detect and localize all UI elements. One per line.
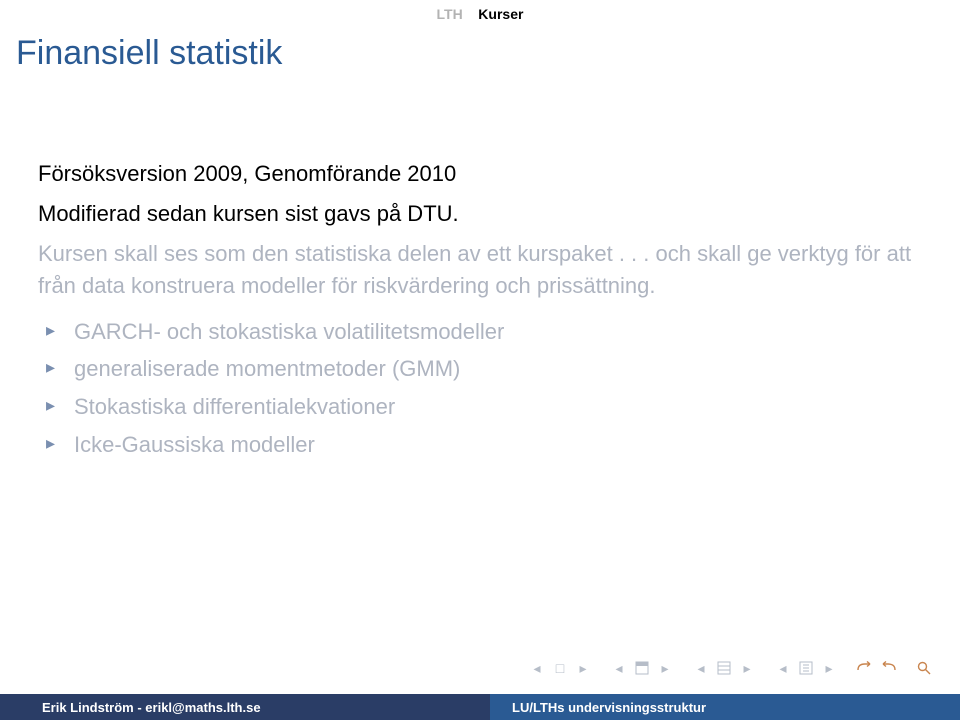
body-paragraph-dim: Kursen skall ses som den statistiska del… (38, 238, 922, 302)
breadcrumb-current: Kurser (478, 6, 523, 22)
next-frame-icon[interactable]: ▸ (655, 660, 675, 676)
body-paragraph: Modifierad sedan kursen sist gavs på DTU… (38, 198, 922, 230)
list-item: generaliserade momentmetoder (GMM) (74, 353, 922, 385)
list-item: Icke-Gaussiska modeller (74, 429, 922, 461)
list-item: Stokastiska differentialekvationer (74, 391, 922, 423)
frame-icon (632, 660, 652, 676)
list-item: GARCH- och stokastiska volatilitetsmodel… (74, 316, 922, 348)
footer-author: Erik Lindström - erikl@maths.lth.se (0, 694, 490, 720)
next-subsection-icon[interactable]: ▸ (737, 660, 757, 676)
go-forward-icon[interactable] (878, 660, 898, 676)
next-appendix-icon[interactable]: ▸ (819, 660, 839, 676)
page-title: Finansiell statistik (16, 34, 282, 73)
prev-slide-icon[interactable]: ◂ (527, 660, 547, 676)
footer-title: LU/LTHs undervisningsstruktur (490, 694, 960, 720)
body-paragraph: Försöksversion 2009, Genomförande 2010 (38, 158, 922, 190)
nav-search-group (914, 660, 934, 676)
bullet-list: GARCH- och stokastiska volatilitetsmodel… (38, 316, 922, 462)
nav-back-forward-group (855, 660, 898, 676)
next-slide-icon[interactable]: ▸ (573, 660, 593, 676)
search-icon[interactable] (914, 660, 934, 676)
nav-slide-group: ◂ □ ▸ (527, 660, 593, 676)
go-back-icon[interactable] (855, 660, 875, 676)
slide-body: Försöksversion 2009, Genomförande 2010 M… (38, 158, 922, 467)
nav-frame-group: ◂ ▸ (609, 660, 675, 676)
nav-appendix-group: ◂ ▸ (773, 660, 839, 676)
breadcrumb-dim: LTH (437, 6, 463, 22)
prev-frame-icon[interactable]: ◂ (609, 660, 629, 676)
appendix-icon (796, 660, 816, 676)
subsection-icon (714, 660, 734, 676)
prev-appendix-icon[interactable]: ◂ (773, 660, 793, 676)
nav-subsection-group: ◂ ▸ (691, 660, 757, 676)
prev-subsection-icon[interactable]: ◂ (691, 660, 711, 676)
slide-icon: □ (550, 660, 570, 676)
footer: Erik Lindström - erikl@maths.lth.se LU/L… (0, 694, 960, 720)
slide-nav: ◂ □ ▸ ◂ ▸ ◂ ▸ ◂ ▸ (527, 656, 934, 680)
breadcrumb: LTH Kurser (0, 6, 960, 22)
